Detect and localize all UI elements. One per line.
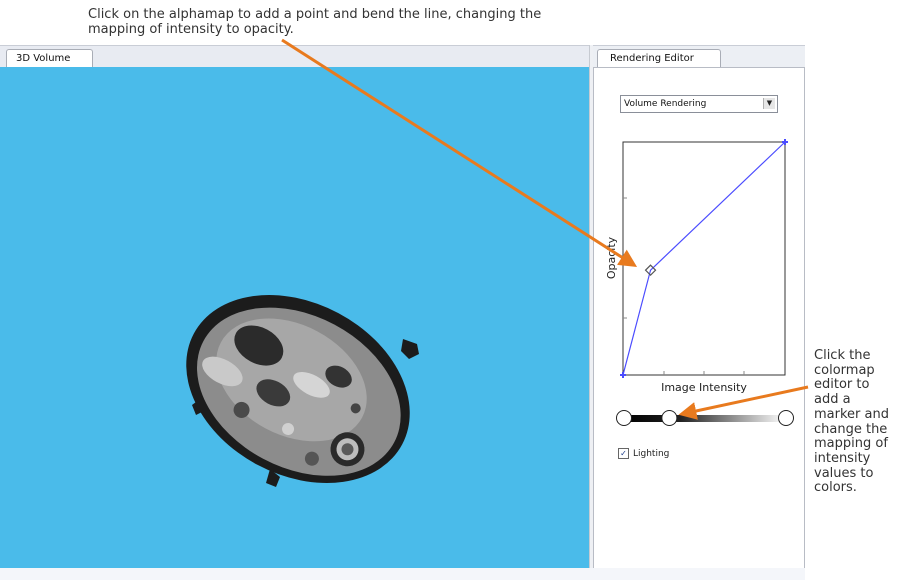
colormap-editor[interactable] (594, 68, 804, 448)
colormap-bar (624, 415, 786, 422)
top-annotation-line: Click on the alphamap to add a point and… (88, 7, 542, 22)
right-annotation-line: intensity (814, 450, 871, 466)
colormap-marker[interactable] (616, 410, 632, 426)
right-annotation-line: editor to (814, 377, 870, 393)
status-strip (0, 568, 805, 580)
right-annotation: Click the colormap editor to add a marke… (814, 348, 900, 496)
right-annotation-line: colormap (814, 362, 875, 378)
colormap-marker[interactable] (778, 410, 794, 426)
volume-viewport[interactable] (0, 67, 589, 569)
tab-rendering-editor[interactable]: Rendering Editor (597, 49, 721, 67)
volume-panel: 3D Volume (0, 45, 589, 569)
top-annotation: Click on the alphamap to add a point and… (88, 7, 608, 37)
right-annotation-line: add a (814, 392, 851, 408)
lighting-option[interactable]: ✓ Lighting (618, 448, 669, 459)
right-annotation-line: change the (814, 421, 888, 437)
rendering-editor-panel: Rendering Editor Volume Rendering ▼ Opac… (593, 45, 805, 569)
ct-slice-image (186, 295, 419, 487)
colormap-marker[interactable] (661, 410, 678, 426)
ct-protrusion (401, 339, 419, 359)
top-annotation-line: mapping of intensity to opacity. (88, 22, 294, 37)
right-annotation-line: Click the (814, 348, 871, 363)
rendering-editor-body: Volume Rendering ▼ Opacity Image Intensi… (593, 67, 805, 569)
lighting-checkbox[interactable]: ✓ (618, 448, 629, 459)
tab-3d-volume[interactable]: 3D Volume (6, 49, 94, 67)
right-annotation-line: values to (814, 465, 874, 481)
right-annotation-line: marker and (814, 406, 889, 422)
right-annotation-line: colors. (814, 480, 857, 496)
lighting-label: Lighting (633, 448, 670, 459)
right-annotation-line: mapping of (814, 436, 888, 452)
